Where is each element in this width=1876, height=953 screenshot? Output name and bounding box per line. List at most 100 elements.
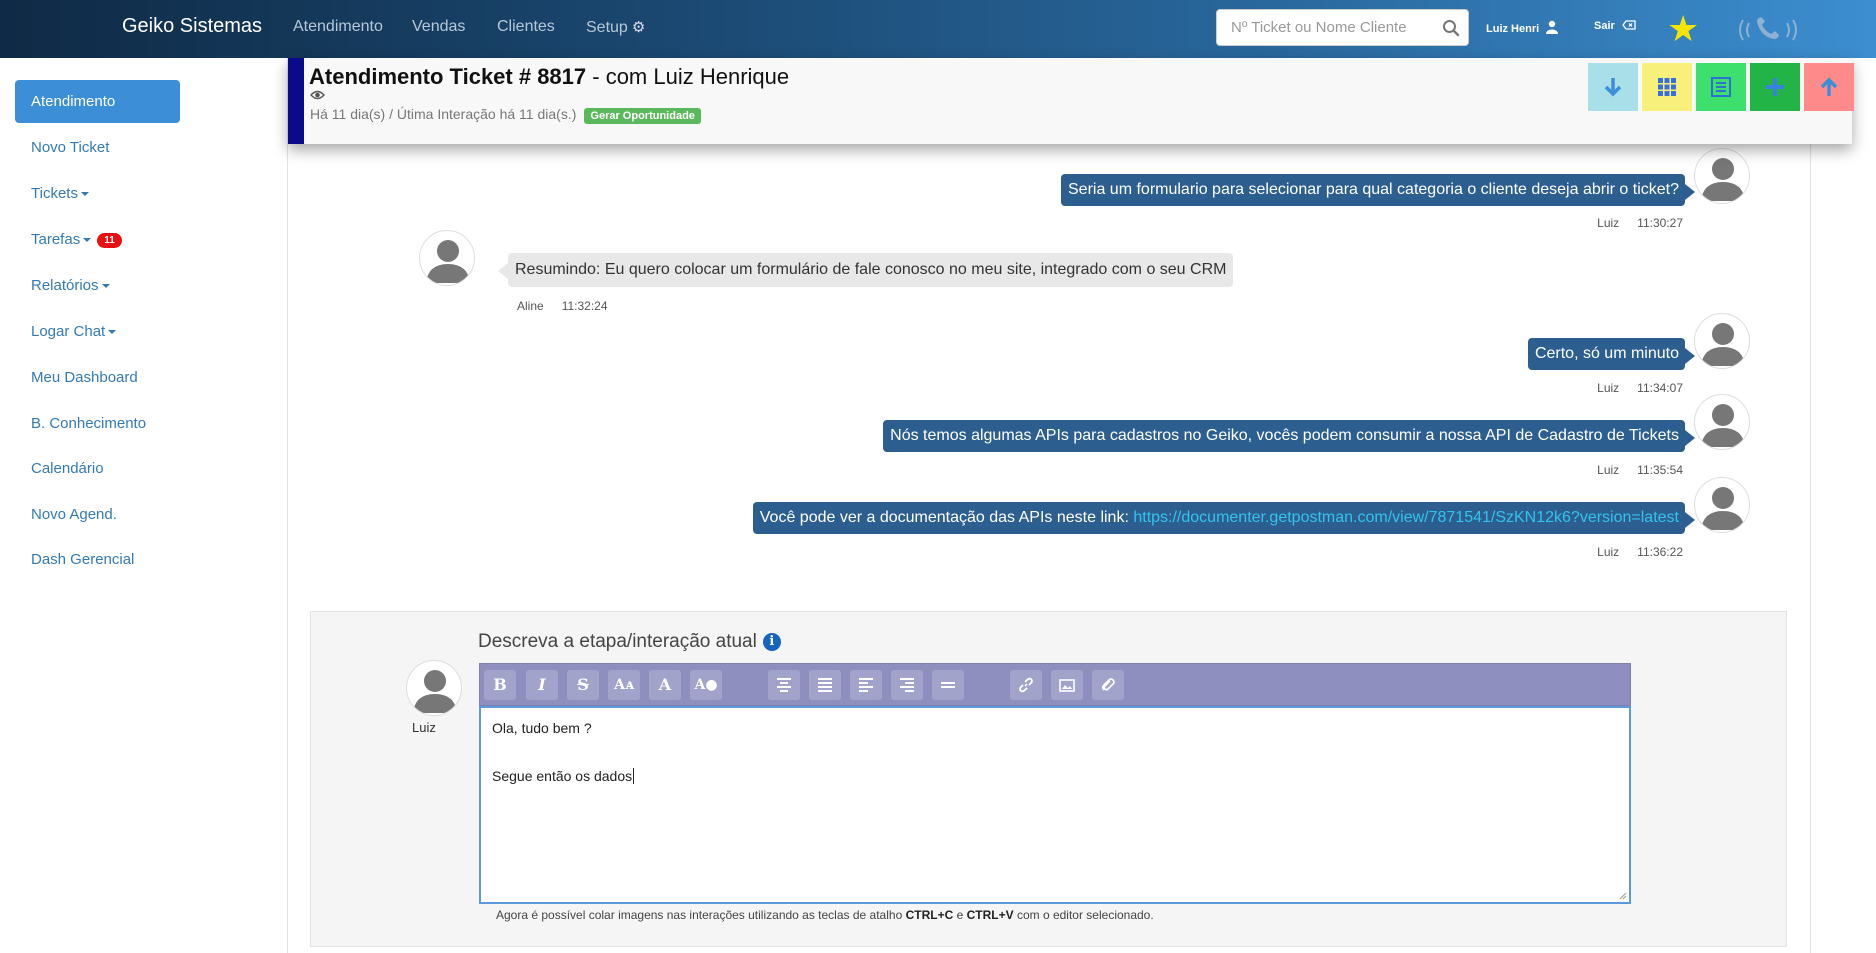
text-cursor (633, 768, 635, 784)
grid-icon (1658, 78, 1676, 96)
nav-vendas[interactable]: Vendas (412, 18, 465, 36)
add-button[interactable] (1750, 63, 1800, 111)
hint-text-b: com o editor selecionado. (1013, 908, 1154, 922)
scroll-up-button[interactable] (1804, 63, 1854, 111)
editor-toolbar: B I S Aᴀ A A● (479, 663, 1631, 706)
avatar (406, 660, 462, 716)
background-color-button[interactable]: A● (690, 670, 722, 700)
logout-button[interactable]: Sair (1594, 20, 1636, 32)
avatar (1694, 313, 1750, 369)
align-center-icon (777, 678, 791, 692)
user-menu[interactable]: Luiz Henri (1486, 20, 1559, 35)
insert-image-button[interactable] (1051, 670, 1083, 700)
message-bubble: Resumindo: Eu quero colocar um formulári… (497, 253, 1234, 287)
list-view-button[interactable] (1696, 63, 1746, 111)
avatar (1694, 477, 1750, 533)
search-icon[interactable] (1442, 19, 1460, 37)
caret-down-icon (83, 238, 92, 243)
phone-icon[interactable] (1735, 12, 1801, 48)
sidebar-item-calendario[interactable]: Calendário (31, 460, 104, 477)
sidebar-item-label: Tickets (31, 185, 78, 202)
logout-label: Sair (1594, 20, 1615, 32)
scroll-down-button[interactable] (1588, 63, 1638, 111)
nav-setup-label: Setup (586, 19, 628, 36)
align-right-icon (900, 678, 914, 692)
user-silhouette-icon (1701, 487, 1745, 530)
sidebar-item-label: Tarefas (31, 231, 81, 248)
ticket-number: Atendimento Ticket # 8817 (309, 64, 587, 89)
justify-icon (818, 678, 832, 692)
italic-button[interactable]: I (526, 670, 558, 700)
align-left-icon (859, 678, 873, 692)
info-icon[interactable]: i (762, 633, 781, 651)
insert-link-button[interactable] (1010, 670, 1042, 700)
editor-line-text: Segue então os dados (492, 768, 633, 784)
tarefas-count-badge: 11 (97, 232, 122, 248)
sidebar-item-novo-ticket[interactable]: Novo Ticket (31, 139, 109, 156)
interaction-editor[interactable]: Ola, tudo bem ? Segue então os dados (479, 706, 1631, 904)
postman-doc-link[interactable]: https://documenter.getpostman.com/view/7… (1133, 509, 1679, 526)
message-time: 11:36:22 (1637, 545, 1683, 559)
sidebar-item-meu-dashboard[interactable]: Meu Dashboard (31, 369, 138, 386)
grid-view-button[interactable] (1642, 63, 1692, 111)
search-input[interactable] (1217, 10, 1432, 45)
message-meta: Luiz 11:35:54 (1597, 463, 1683, 477)
nav-clientes[interactable]: Clientes (497, 18, 555, 36)
message-author: Luiz (1597, 545, 1620, 559)
message-bubble: Você pode ver a documentação das APIs ne… (752, 502, 1696, 534)
align-center-button[interactable] (768, 670, 800, 700)
hint-ctrl-v: CTRL+V (966, 908, 1014, 922)
avatar (419, 230, 475, 286)
sidebar-item-atendimento[interactable]: Atendimento (15, 80, 180, 123)
font-size-button[interactable]: Aᴀ (608, 670, 640, 700)
message-author: Aline (517, 299, 544, 313)
brand-logo[interactable]: Geiko Sistemas (122, 15, 262, 38)
strikethrough-button[interactable]: S (567, 670, 599, 700)
favorite-star-icon[interactable]: ★ (1667, 11, 1699, 47)
resize-handle-icon[interactable] (1617, 890, 1627, 900)
image-icon (1059, 679, 1075, 692)
ticket-age: Há 11 dia(s) / Útima Interação há 11 dia… (310, 106, 577, 122)
sidebar-item-b-conhecimento[interactable]: B. Conhecimento (31, 415, 146, 432)
message-time: 11:35:54 (1637, 463, 1683, 477)
nav-atendimento[interactable]: Atendimento (293, 18, 383, 36)
attach-file-button[interactable] (1092, 670, 1124, 700)
editor-line (492, 740, 1618, 764)
gerar-oportunidade-button[interactable]: Gerar Oportunidade (584, 108, 701, 124)
sidebar-item-relatorios[interactable]: Relatórios (31, 277, 110, 294)
plus-icon (1766, 78, 1784, 96)
sidebar-item-tarefas[interactable]: Tarefas 11 (31, 231, 122, 248)
user-silhouette-icon (426, 240, 470, 283)
editor-line-last: Segue então os dados (492, 764, 1618, 788)
sidebar-item-label: Logar Chat (31, 323, 106, 340)
horizontal-rule-button[interactable] (932, 670, 964, 700)
user-silhouette-icon (1701, 404, 1745, 447)
eye-icon[interactable] (310, 89, 325, 101)
compose-label: Descreva a etapa/interação atual i (478, 631, 781, 653)
sidebar-item-tickets[interactable]: Tickets (31, 185, 89, 202)
hint-ctrl-c: CTRL+C (905, 908, 954, 922)
ticket-title: Atendimento Ticket # 8817 - com Luiz Hen… (309, 64, 789, 90)
justify-button[interactable] (809, 670, 841, 700)
sidebar-item-logar-chat[interactable]: Logar Chat (31, 323, 117, 340)
avatar (1694, 148, 1750, 204)
align-left-button[interactable] (850, 670, 882, 700)
message-text: Você pode ver a documentação das APIs ne… (759, 509, 1134, 526)
nav-setup[interactable]: Setup ⚙ (586, 18, 645, 37)
sidebar-item-novo-agend[interactable]: Novo Agend. (31, 506, 117, 523)
paperclip-icon (1101, 678, 1115, 691)
font-color-button[interactable]: A (649, 670, 681, 700)
bold-button[interactable]: B (484, 670, 516, 700)
message-author: Luiz (1597, 216, 1620, 230)
caret-down-icon (108, 330, 117, 335)
align-right-button[interactable] (891, 670, 923, 700)
ticket-subtitle: Há 11 dia(s) / Útima Interação há 11 dia… (310, 106, 701, 124)
message-bubble: Seria um formulario para selecionar para… (1061, 174, 1695, 206)
caret-down-icon (101, 284, 110, 289)
sidebar-item-dash-gerencial[interactable]: Dash Gerencial (31, 551, 134, 568)
message-meta: Aline 11:32:24 (517, 299, 626, 313)
ticket-header: Atendimento Ticket # 8817 - com Luiz Hen… (288, 58, 1854, 144)
user-icon (1546, 20, 1559, 34)
sidebar: Atendimento Novo Ticket Tickets Tarefas 1… (0, 58, 288, 953)
compose-user-name: Luiz (412, 720, 436, 735)
